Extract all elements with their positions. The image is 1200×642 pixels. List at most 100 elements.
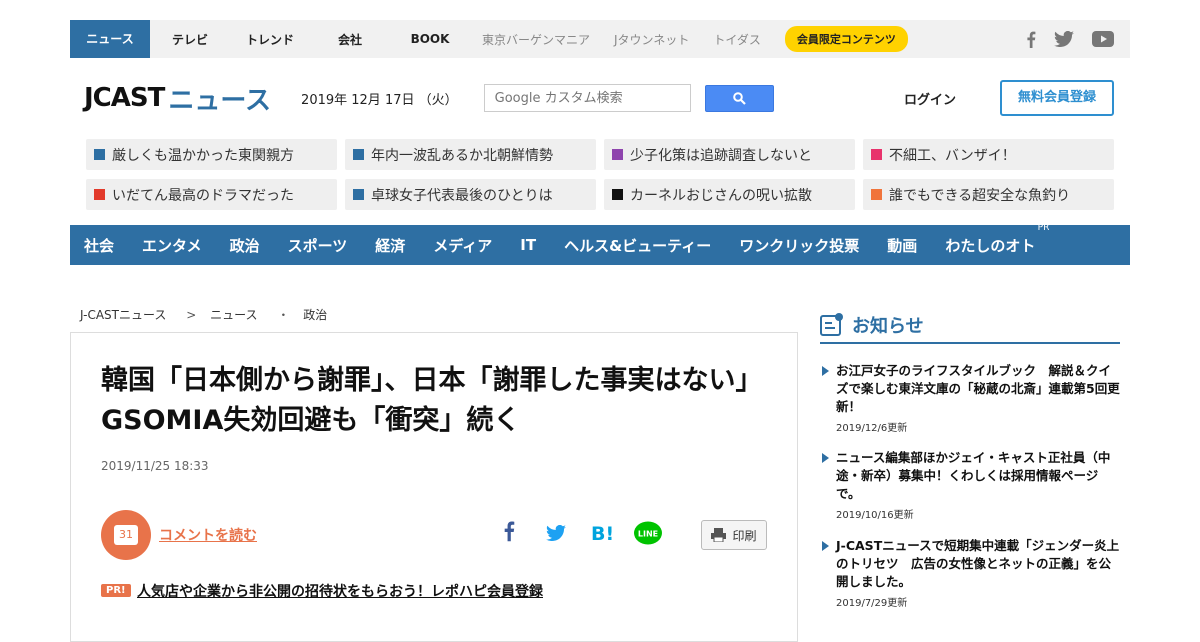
notice-item[interactable]: J-CASTニュースで短期集中連載「ジェンダー炎上のトリセツ 広告の女性像とネッ…: [822, 537, 1120, 609]
category-label: エンタメ: [142, 236, 202, 255]
topic-label: 不細工、バンザイ！: [889, 147, 1016, 164]
notice-item[interactable]: お江戸女子のライフスタイルブック 解説＆クイズで楽しむ東洋文庫の「秘蔵の北斎」連…: [822, 362, 1120, 434]
comment-count-badge[interactable]: 31: [101, 510, 151, 560]
topnav-trend[interactable]: トレンド: [230, 31, 310, 48]
topic-label: カーネルおじさんの呪い拡散: [630, 187, 812, 204]
article-date: 2019/11/25 18:33: [101, 459, 209, 473]
share-twitter-icon[interactable]: [546, 524, 566, 545]
bullet-triangle-icon: [822, 453, 829, 463]
article-card: 韓国「日本側から謝罪」、日本「謝罪した事実はない」 GSOMIA失効回避も「衝突…: [70, 332, 798, 642]
print-button[interactable]: 印刷: [701, 520, 767, 550]
category-label: スポーツ: [287, 236, 348, 255]
topic-label: 厳しくも温かかった東関親方: [112, 147, 294, 164]
notice-text: J-CASTニュースで短期集中連載「ジェンダー炎上のトリセツ 広告の女性像とネッ…: [836, 538, 1120, 589]
read-comments-link[interactable]: コメントを読む: [159, 525, 257, 545]
category-item[interactable]: スポーツ: [288, 235, 348, 256]
topic-color-marker: [94, 189, 105, 200]
category-item[interactable]: 動画: [887, 235, 917, 256]
notice-text: ニュース編集部ほかジェイ・キャスト正社員（中途・新卒）募集中！くわしくは採用情報…: [836, 450, 1111, 501]
topic-label: 年内一波乱あるか北朝鮮情勢: [371, 147, 553, 164]
topic-label: 誰でもできる超安全な魚釣り: [889, 187, 1071, 204]
category-label: メディア: [433, 236, 493, 255]
topic-color-marker: [612, 189, 623, 200]
youtube-icon[interactable]: [1092, 31, 1114, 47]
notice-title: お知らせ: [852, 316, 924, 337]
topnav-company[interactable]: 会社: [310, 31, 390, 48]
topic-tag[interactable]: いだてん最高のドラマだった: [86, 179, 337, 210]
topnav-toidas[interactable]: トイダス: [701, 31, 773, 48]
category-item[interactable]: 経済: [375, 235, 405, 256]
category-label: 社会: [84, 236, 115, 255]
topic-tag[interactable]: 少子化策は追跡調査しないと: [604, 139, 855, 170]
category-label: 経済: [375, 236, 406, 255]
category-label: 政治: [229, 236, 260, 255]
category-label: わたしのオト: [945, 236, 1036, 255]
topic-label: 少子化策は追跡調査しないと: [630, 147, 812, 164]
breadcrumb: J-CASTニュース > ニュース ・ 政治: [80, 306, 333, 323]
notice-date: 2019/10/16更新: [836, 510, 914, 521]
search-form: [483, 84, 774, 112]
print-label: 印刷: [732, 528, 757, 543]
category-item[interactable]: メディア: [433, 235, 492, 256]
topic-tag[interactable]: 厳しくも温かかった東関親方: [86, 139, 337, 170]
breadcrumb-separator: ・: [277, 308, 290, 322]
bullet-triangle-icon: [822, 366, 829, 376]
topic-color-marker: [353, 189, 364, 200]
category-item[interactable]: IT: [520, 236, 536, 254]
svg-text:LINE: LINE: [638, 530, 658, 539]
topic-tag[interactable]: 卓球女子代表最後のひとりは: [345, 179, 596, 210]
bullet-triangle-icon: [822, 541, 829, 551]
topic-tag[interactable]: 不細工、バンザイ！: [863, 139, 1114, 170]
topnav-jtown[interactable]: Jタウンネット: [602, 31, 701, 48]
topic-tag[interactable]: 誰でもできる超安全な魚釣り: [863, 179, 1114, 210]
breadcrumb-news[interactable]: ニュース: [210, 308, 257, 322]
social-links: [1026, 31, 1130, 48]
category-item[interactable]: わたしのオト PR: [945, 223, 1049, 256]
category-item[interactable]: エンタメ: [142, 235, 202, 256]
topic-color-marker: [353, 149, 364, 160]
register-button[interactable]: 無料会員登録: [1000, 80, 1114, 116]
topic-color-marker: [94, 149, 105, 160]
topnav-bargain[interactable]: 東京バーゲンマニア: [470, 31, 602, 48]
share-line-icon[interactable]: LINE: [633, 520, 663, 552]
topic-label: いだてん最高のドラマだった: [112, 187, 294, 204]
category-item[interactable]: ワンクリック投票: [739, 235, 859, 256]
pr-link[interactable]: 人気店や企業から非公開の招待状をもらおう！レポハピ会員登録: [137, 581, 543, 601]
login-link[interactable]: ログイン: [904, 89, 956, 108]
category-label: IT: [520, 236, 537, 254]
topnav-tv[interactable]: テレビ: [150, 31, 230, 48]
category-item[interactable]: ヘルス&ビューティー: [564, 235, 711, 256]
share-facebook-icon[interactable]: [503, 520, 515, 546]
category-item[interactable]: 政治: [230, 235, 260, 256]
share-hatena-icon[interactable]: B!: [591, 523, 614, 545]
topic-tag[interactable]: 年内一波乱あるか北朝鮮情勢: [345, 139, 596, 170]
notice-date: 2019/12/6更新: [836, 423, 908, 434]
topic-color-marker: [871, 149, 882, 160]
facebook-icon[interactable]: [1026, 31, 1036, 48]
topnav-news[interactable]: ニュース: [70, 20, 150, 58]
notice-text: お江戸女子のライフスタイルブック 解説＆クイズで楽しむ東洋文庫の「秘蔵の北斎」連…: [836, 363, 1120, 414]
search-button[interactable]: [704, 84, 774, 112]
breadcrumb-home[interactable]: J-CASTニュース: [80, 308, 166, 322]
search-icon: [732, 91, 746, 105]
category-nav: 社会 エンタメ 政治 スポーツ 経済 メディア IT ヘルス&ビューティー ワンクリック投票 動画…: [70, 223, 1130, 265]
breadcrumb-politics[interactable]: 政治: [303, 308, 327, 322]
twitter-icon[interactable]: [1054, 31, 1074, 47]
logo-jcast: JCAST: [84, 83, 165, 113]
category-item[interactable]: 社会: [84, 235, 114, 256]
printer-icon: [711, 528, 727, 542]
notice-icon: [820, 313, 843, 336]
topic-list: 厳しくも温かかった東関親方 年内一波乱あるか北朝鮮情勢 少子化策は追跡調査しないと 不…: [70, 139, 1130, 210]
topnav-book[interactable]: BOOK: [390, 32, 470, 46]
category-label: 動画: [887, 236, 918, 255]
category-label: ヘルス&ビューティー: [564, 236, 712, 255]
member-content-button[interactable]: 会員限定コンテンツ: [784, 26, 908, 52]
notice-header: お知らせ: [820, 308, 1120, 344]
notice-date: 2019/7/29更新: [836, 598, 908, 609]
topic-tag[interactable]: カーネルおじさんの呪い拡散: [604, 179, 855, 210]
site-logo[interactable]: JCAST ニュース: [84, 80, 271, 117]
pr-marker: PR: [1037, 222, 1050, 233]
notice-item[interactable]: ニュース編集部ほかジェイ・キャスト正社員（中途・新卒）募集中！くわしくは採用情報…: [822, 449, 1120, 521]
search-input[interactable]: [483, 84, 691, 112]
category-label: ワンクリック投票: [739, 236, 860, 255]
